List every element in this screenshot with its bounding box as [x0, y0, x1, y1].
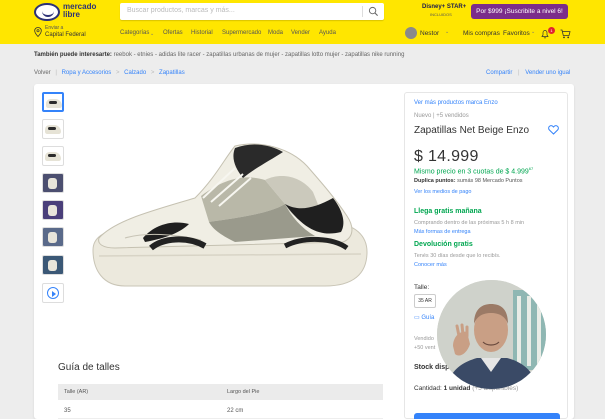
- chevron-down-icon: ⌄: [531, 29, 536, 35]
- table-cell-length: 22 cm: [227, 408, 244, 414]
- my-purchases-link[interactable]: Mis compras: [463, 30, 500, 37]
- shipping-subtitle: Comprando dentro de las próximas 5 h 8 m…: [414, 220, 525, 226]
- nav-sell[interactable]: Vender: [291, 30, 310, 36]
- logo-text-line2: libre: [63, 10, 80, 19]
- table-header: Talle (AR) Largo del Pie: [58, 384, 383, 400]
- table-cell-size: 35: [64, 408, 71, 414]
- seller-info: Vendido: [414, 336, 434, 342]
- chevron-down-icon: ⌄: [445, 29, 450, 35]
- column-header-length: Largo del Pie: [227, 389, 260, 395]
- shipping-location[interactable]: Enviar a Capital Federal: [34, 24, 94, 40]
- chevron-down-icon: ⌄: [150, 31, 155, 37]
- returns-subtitle: Tenés 30 días desde que lo recibís.: [414, 253, 501, 259]
- stock-label: Stock disp: [414, 364, 450, 371]
- location-pin-icon: [34, 27, 42, 37]
- size-guide-title: Guía de talles: [58, 362, 120, 373]
- thumbnail-6[interactable]: [42, 227, 64, 247]
- thumbnail-2[interactable]: [42, 119, 64, 139]
- installments: Mismo precio en 3 cuotas de $ 4.99967: [414, 166, 534, 176]
- suggestions-links[interactable]: reebok - etnies - adidas lite racer - za…: [114, 52, 405, 58]
- cart-icon[interactable]: [560, 29, 571, 39]
- ruler-icon: ▭: [414, 315, 420, 321]
- suggestions-label: También puede interesarte:: [34, 52, 112, 58]
- location-label: Enviar a: [45, 25, 64, 31]
- column-header-size: Talle (AR): [64, 389, 89, 395]
- favorites-link[interactable]: Favoritos: [503, 30, 530, 37]
- mercadolibre-logo[interactable]: mercado libre: [34, 2, 114, 22]
- nav-fashion[interactable]: Moda: [268, 30, 283, 36]
- subscription-promo[interactable]: Disney+ STAR+ INCLUIDOS Por $999 ¡Suscri…: [422, 3, 568, 20]
- breadcrumb: Volver | Ropa y Accesorios > Calzado > Z…: [34, 70, 185, 76]
- nav-history[interactable]: Historial: [191, 30, 213, 36]
- nav-categories[interactable]: Categorías: [120, 30, 149, 36]
- location-value: Capital Federal: [45, 32, 86, 38]
- size-option[interactable]: 35 AR: [414, 294, 436, 308]
- back-link[interactable]: Volver: [34, 70, 51, 76]
- breadcrumb-item-clothing[interactable]: Ropa y Accesorios: [62, 70, 112, 76]
- notification-badge: 1: [548, 27, 555, 34]
- nav-supermarket[interactable]: Supermercado: [222, 30, 261, 36]
- returns-link[interactable]: Conocer más: [414, 262, 447, 268]
- size-label: Talle:: [414, 284, 430, 291]
- nav-offers[interactable]: Ofertas: [163, 30, 183, 36]
- product-image[interactable]: [85, 138, 375, 288]
- disney-star-logo: Disney+ STAR+ INCLUIDOS: [422, 4, 467, 17]
- user-menu[interactable]: Nestor: [420, 30, 439, 37]
- breadcrumb-item-sneakers[interactable]: Zapatillas: [159, 70, 185, 76]
- delivery-options-link[interactable]: Más formas de entrega: [414, 229, 471, 235]
- product-price: $ 14.999: [414, 148, 479, 165]
- subscribe-button[interactable]: Por $999 ¡Suscribite a nivel 6!: [471, 4, 568, 19]
- handshake-icon: [34, 3, 60, 21]
- share-actions: Compartir | Vender uno igual: [486, 70, 571, 76]
- search-input[interactable]: Buscar productos, marcas y más...: [120, 3, 384, 20]
- share-link[interactable]: Compartir: [486, 70, 512, 76]
- size-guide-table: Talle (AR) Largo del Pie 35 22 cm: [58, 384, 383, 419]
- thumbnail-video[interactable]: [42, 283, 64, 303]
- suggested-searches: También puede interesarte: reebok - etni…: [34, 52, 404, 58]
- thumbnail-5[interactable]: [42, 200, 64, 220]
- thumbnail-7[interactable]: [42, 255, 64, 275]
- webcam-overlay: [437, 280, 546, 389]
- play-icon: [47, 287, 59, 299]
- payment-methods-link[interactable]: Ver los medios de pago: [414, 189, 471, 195]
- search-icon[interactable]: [368, 6, 379, 17]
- points-info: Duplica puntos: sumás 98 Mercado Puntos: [414, 178, 523, 184]
- heart-icon[interactable]: [548, 125, 559, 135]
- buy-now-button[interactable]: [414, 413, 560, 419]
- brand-link[interactable]: Ver más productos marca Enzo: [414, 100, 498, 106]
- shipping-title: Llega gratis mañana: [414, 208, 482, 215]
- nav-help[interactable]: Ayuda: [319, 30, 336, 36]
- breadcrumb-item-footwear[interactable]: Calzado: [124, 70, 146, 76]
- thumbnail-1[interactable]: [42, 92, 64, 112]
- sell-similar-link[interactable]: Vender uno igual: [525, 70, 570, 76]
- size-guide-link[interactable]: ▭ Guía: [414, 314, 434, 321]
- condition-sold: Nuevo | +5 vendidos: [414, 113, 469, 119]
- search-placeholder: Buscar productos, marcas y más...: [127, 7, 235, 14]
- avatar[interactable]: [405, 27, 417, 39]
- thumbnail-4[interactable]: [42, 173, 64, 193]
- top-header: mercado libre Buscar productos, marcas y…: [0, 0, 605, 44]
- thumbnail-3[interactable]: [42, 146, 64, 166]
- seller-sales: +50 vent: [414, 345, 436, 351]
- returns-title: Devolución gratis: [414, 241, 473, 248]
- product-title: Zapatillas Net Beige Enzo: [414, 125, 530, 136]
